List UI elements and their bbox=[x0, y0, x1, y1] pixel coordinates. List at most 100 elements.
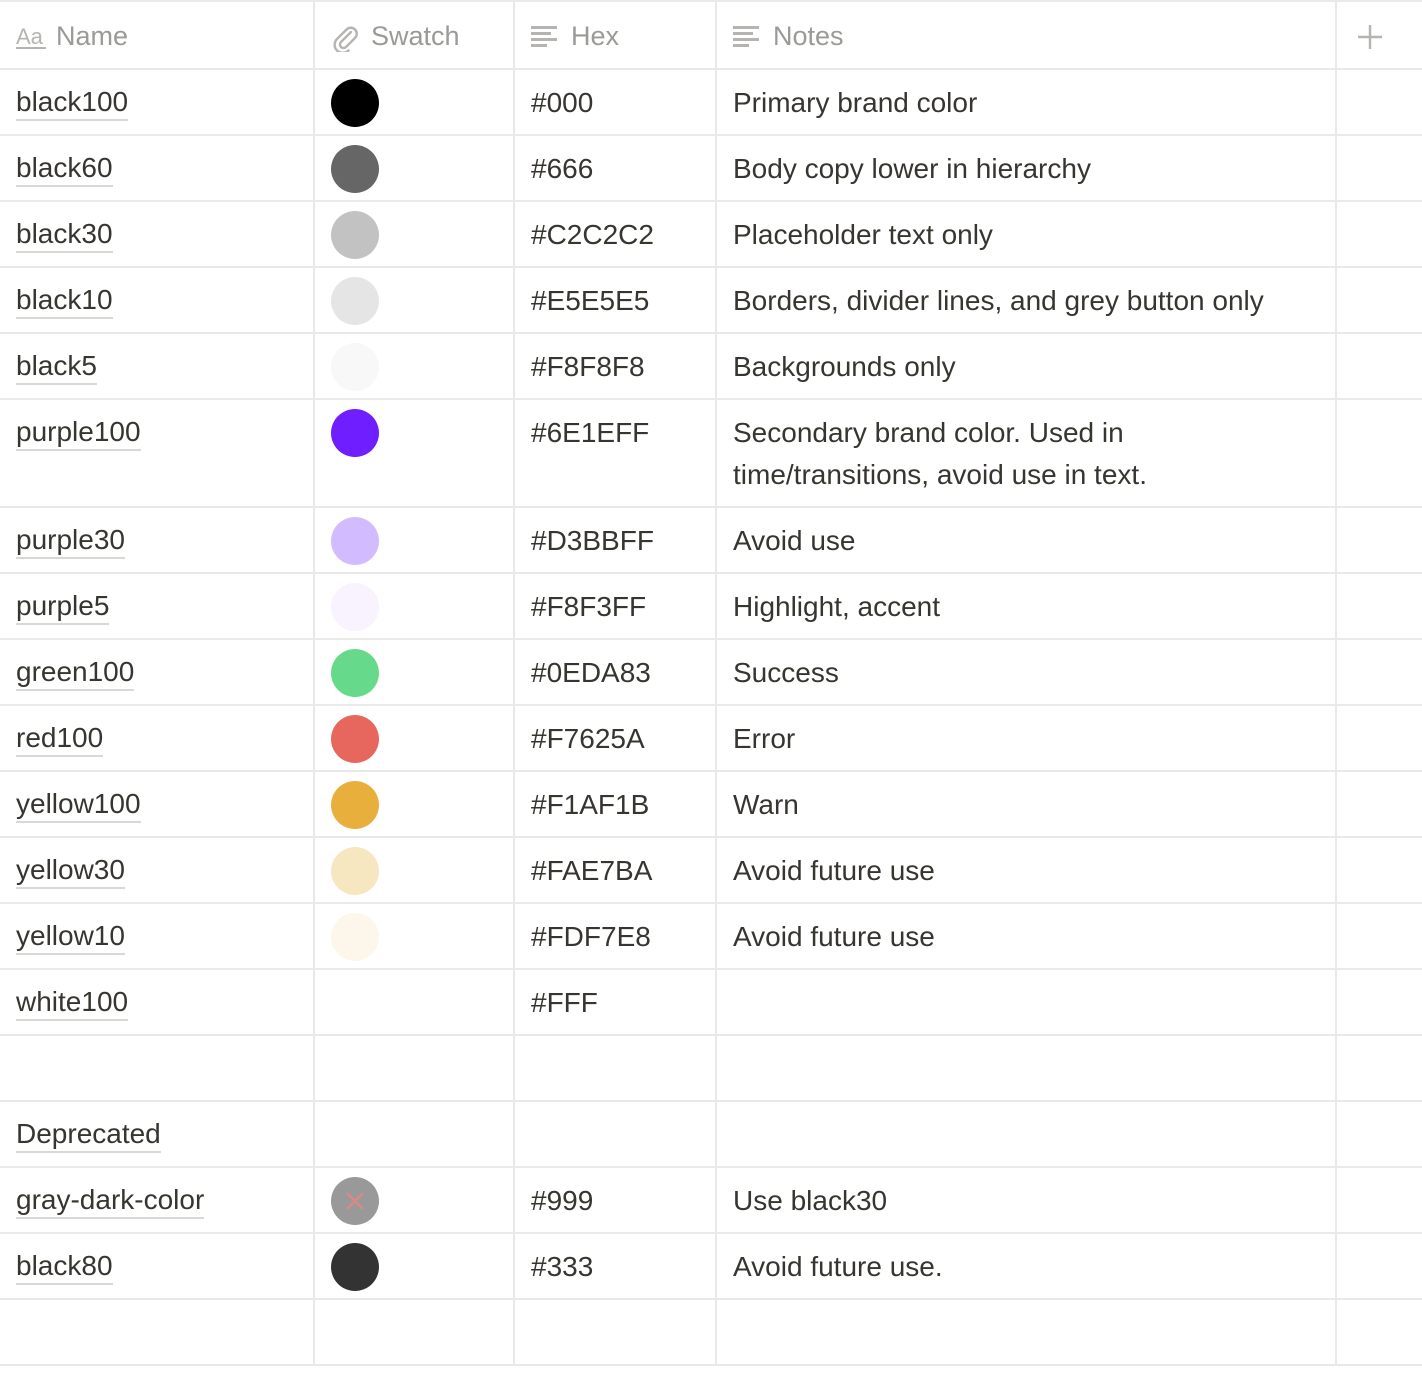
table-row[interactable]: black100 #000 Primary brand color bbox=[0, 70, 1422, 136]
hex-cell: #D3BBFF bbox=[513, 508, 715, 572]
notes-cell: Avoid future use. bbox=[715, 1234, 1335, 1298]
empty-cell bbox=[1335, 136, 1422, 200]
table-row[interactable]: yellow30 #FAE7BA Avoid future use bbox=[0, 838, 1422, 904]
hex-value: #6E1EFF bbox=[531, 417, 650, 448]
row-name[interactable]: black10 bbox=[16, 284, 113, 319]
table-row[interactable]: gray-dark-color #999 Use black30 bbox=[0, 1168, 1422, 1234]
notes-cell: Placeholder text only bbox=[715, 202, 1335, 266]
hex-cell: #FAE7BA bbox=[513, 838, 715, 902]
hex-cell: #F8F8F8 bbox=[513, 334, 715, 398]
empty-cell bbox=[1335, 1036, 1422, 1100]
table-row[interactable]: red100 #F7625A Error bbox=[0, 706, 1422, 772]
column-header-notes-label: Notes bbox=[773, 21, 844, 51]
table-row[interactable]: black30 #C2C2C2 Placeholder text only bbox=[0, 202, 1422, 268]
table-row[interactable]: purple5 #F8F3FF Highlight, accent bbox=[0, 574, 1422, 640]
table-row[interactable]: yellow10 #FDF7E8 Avoid future use bbox=[0, 904, 1422, 970]
hex-cell: #999 bbox=[513, 1168, 715, 1232]
hex-value: #999 bbox=[531, 1185, 594, 1216]
hex-cell: #FFF bbox=[513, 970, 715, 1034]
hex-cell bbox=[513, 1036, 715, 1100]
hex-cell: #E5E5E5 bbox=[513, 268, 715, 332]
row-name[interactable]: black60 bbox=[16, 152, 113, 187]
table-row-empty[interactable] bbox=[0, 1300, 1422, 1366]
column-header-swatch-label: Swatch bbox=[371, 21, 460, 51]
name-cell: yellow10 bbox=[0, 904, 313, 968]
notes-text: Primary brand color bbox=[733, 87, 978, 118]
hex-cell: #C2C2C2 bbox=[513, 202, 715, 266]
column-header-swatch[interactable]: Swatch bbox=[313, 2, 513, 68]
table-row-section[interactable]: Deprecated bbox=[0, 1102, 1422, 1168]
notes-cell: Avoid future use bbox=[715, 838, 1335, 902]
color-swatch bbox=[331, 1243, 379, 1291]
empty-cell bbox=[1335, 268, 1422, 332]
row-name[interactable]: yellow30 bbox=[16, 854, 125, 889]
row-name[interactable]: black100 bbox=[16, 86, 129, 121]
table-row[interactable]: black5 #F8F8F8 Backgrounds only bbox=[0, 334, 1422, 400]
hex-cell: #333 bbox=[513, 1234, 715, 1298]
table-row[interactable]: black80 #333 Avoid future use. bbox=[0, 1234, 1422, 1300]
column-header-notes[interactable]: Notes bbox=[715, 2, 1335, 68]
color-swatch bbox=[331, 277, 379, 325]
row-name[interactable]: black5 bbox=[16, 350, 97, 385]
empty-cell bbox=[1335, 640, 1422, 704]
table-row[interactable]: green100 #0EDA83 Success bbox=[0, 640, 1422, 706]
color-swatch bbox=[331, 409, 379, 457]
hex-value: #C2C2C2 bbox=[531, 219, 654, 250]
notes-text: Avoid use bbox=[733, 525, 856, 556]
color-swatch bbox=[331, 145, 379, 193]
notes-cell bbox=[715, 1102, 1335, 1166]
row-name[interactable]: black30 bbox=[16, 218, 113, 253]
notes-text: Backgrounds only bbox=[733, 351, 956, 382]
row-name[interactable]: yellow10 bbox=[16, 920, 125, 955]
row-name[interactable]: yellow100 bbox=[16, 788, 141, 823]
hex-value: #E5E5E5 bbox=[531, 285, 650, 316]
row-name[interactable]: purple100 bbox=[16, 416, 141, 451]
row-name[interactable]: black80 bbox=[16, 1250, 113, 1285]
column-header-hex[interactable]: Hex bbox=[513, 2, 715, 68]
notes-cell: Borders, divider lines, and grey button … bbox=[715, 268, 1335, 332]
swatch-cell bbox=[313, 1168, 513, 1232]
empty-cell bbox=[1335, 838, 1422, 902]
plus-icon bbox=[1358, 25, 1382, 49]
paperclip-icon bbox=[333, 26, 358, 52]
row-name[interactable]: purple30 bbox=[16, 524, 125, 559]
color-swatch bbox=[331, 781, 379, 829]
notes-text: Body copy lower in hierarchy bbox=[733, 153, 1091, 184]
name-cell: purple100 bbox=[0, 400, 313, 506]
row-name[interactable]: gray-dark-color bbox=[16, 1184, 205, 1219]
notes-cell: Body copy lower in hierarchy bbox=[715, 136, 1335, 200]
table-row-empty[interactable] bbox=[0, 1036, 1422, 1102]
table-row[interactable]: black10 #E5E5E5 Borders, divider lines, … bbox=[0, 268, 1422, 334]
add-column-button[interactable] bbox=[1335, 2, 1422, 68]
row-name[interactable]: green100 bbox=[16, 656, 135, 691]
notes-text: Avoid future use bbox=[733, 855, 935, 886]
table-row[interactable]: yellow100 #F1AF1B Warn bbox=[0, 772, 1422, 838]
notes-cell bbox=[715, 1036, 1335, 1100]
text-lines-icon bbox=[733, 26, 759, 47]
hex-cell: #000 bbox=[513, 70, 715, 134]
hex-cell: #6E1EFF bbox=[513, 400, 715, 506]
empty-cell bbox=[1335, 202, 1422, 266]
empty-cell bbox=[1335, 706, 1422, 770]
swatch-cell bbox=[313, 1300, 513, 1364]
color-swatch bbox=[331, 583, 379, 631]
name-cell: gray-dark-color bbox=[0, 1168, 313, 1232]
name-cell: yellow30 bbox=[0, 838, 313, 902]
hex-cell: #F7625A bbox=[513, 706, 715, 770]
table-row[interactable]: black60 #666 Body copy lower in hierarch… bbox=[0, 136, 1422, 202]
notes-text: Warn bbox=[733, 789, 799, 820]
notes-cell: Warn bbox=[715, 772, 1335, 836]
row-name[interactable]: white100 bbox=[16, 986, 129, 1021]
table-row[interactable]: white100 #FFF bbox=[0, 970, 1422, 1036]
column-header-name[interactable]: Aa Name bbox=[0, 2, 313, 68]
table-row[interactable]: purple100 #6E1EFF Secondary brand color.… bbox=[0, 400, 1422, 508]
notes-cell: Error bbox=[715, 706, 1335, 770]
section-label-deprecated[interactable]: Deprecated bbox=[16, 1118, 161, 1153]
row-name[interactable]: purple5 bbox=[16, 590, 110, 625]
notes-cell: Avoid use bbox=[715, 508, 1335, 572]
table-row[interactable]: purple30 #D3BBFF Avoid use bbox=[0, 508, 1422, 574]
color-swatch bbox=[331, 649, 379, 697]
swatch-cell bbox=[313, 202, 513, 266]
name-cell: black5 bbox=[0, 334, 313, 398]
row-name[interactable]: red100 bbox=[16, 722, 104, 757]
